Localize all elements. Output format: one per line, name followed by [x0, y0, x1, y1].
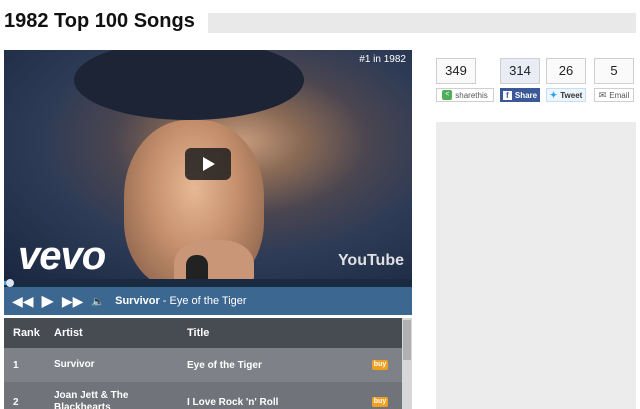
page: 1982 Top 100 Songs #1 in 1982 vevo YouTu…	[0, 0, 640, 409]
table-header: Rank Artist Title	[4, 318, 412, 348]
sidebar-ad-box	[436, 122, 636, 409]
video-player[interactable]: #1 in 1982 vevo YouTube	[4, 50, 412, 279]
email-count: 5	[594, 58, 634, 84]
share-email: 5 ✉ Email	[594, 58, 634, 102]
email-button[interactable]: ✉ Email	[594, 88, 634, 102]
volume-icon[interactable]: 🔈	[91, 295, 105, 308]
table-row[interactable]: 1 Survivor Eye of the Tiger buy	[4, 348, 412, 382]
page-title: 1982 Top 100 Songs	[4, 10, 195, 32]
row-artist: Survivor	[54, 359, 95, 370]
progress-bar[interactable]	[4, 279, 412, 287]
now-playing: Survivor - Eye of the Tiger	[115, 295, 246, 307]
row-title: Eye of the Tiger	[187, 359, 262, 371]
table-row[interactable]: 2 Joan Jett & The Blackhearts I Love Roc…	[4, 382, 412, 409]
row-title: I Love Rock 'n' Roll	[187, 396, 279, 408]
sharethis-icon: <	[442, 90, 453, 100]
row-artist: Joan Jett & The Blackhearts	[54, 390, 129, 409]
facebook-share-button[interactable]: f Share	[500, 88, 540, 102]
facebook-count: 314	[500, 58, 540, 84]
tweet-button[interactable]: ✦ Tweet	[546, 88, 586, 102]
video-frame-hat	[74, 50, 304, 120]
sharethis-count: 349	[436, 58, 476, 84]
header-rank[interactable]: Rank	[4, 327, 54, 339]
twitter-bird-icon: ✦	[549, 89, 558, 100]
video-play-icon[interactable]	[185, 148, 231, 180]
vevo-logo: vevo	[18, 234, 106, 278]
rank-tag: #1 in 1982	[359, 54, 406, 65]
share-twitter: 26 ✦ Tweet	[546, 58, 586, 102]
tweet-label: Tweet	[560, 90, 583, 100]
email-label: Email	[609, 90, 630, 100]
play-icon[interactable]: ▶	[42, 291, 54, 311]
progress-knob[interactable]	[6, 279, 14, 287]
header-title[interactable]: Title	[187, 327, 372, 339]
share-sharethis: 349 < sharethis	[436, 58, 494, 102]
now-playing-separator: -	[159, 295, 170, 307]
video-frame-mic	[186, 255, 208, 279]
facebook-label: Share	[514, 90, 538, 100]
previous-icon[interactable]: ◀◀	[12, 293, 34, 310]
facebook-icon: f	[502, 90, 512, 100]
twitter-count: 26	[546, 58, 586, 84]
scrollbar-thumb[interactable]	[403, 320, 411, 360]
header-artist[interactable]: Artist	[54, 327, 187, 339]
songs-table: Rank Artist Title 1 Survivor Eye of the …	[4, 318, 412, 409]
next-icon[interactable]: ▶▶	[62, 293, 84, 310]
envelope-icon: ✉	[598, 89, 607, 100]
now-playing-artist: Survivor	[115, 295, 160, 307]
sharethis-button[interactable]: < sharethis	[436, 88, 494, 102]
sharethis-label: sharethis	[455, 90, 488, 100]
share-facebook: 314 f Share	[500, 58, 540, 102]
player-controls: ◀◀ ▶ ▶▶ 🔈 Survivor - Eye of the Tiger	[4, 287, 412, 315]
buy-button[interactable]: buy	[372, 360, 388, 370]
table-scrollbar[interactable]	[402, 318, 412, 409]
title-divider-bar	[208, 13, 636, 33]
now-playing-song: Eye of the Tiger	[169, 295, 247, 307]
row-rank: 2	[13, 396, 19, 408]
row-rank: 1	[13, 359, 19, 371]
youtube-logo[interactable]: YouTube	[338, 252, 404, 270]
buy-button[interactable]: buy	[372, 397, 388, 407]
